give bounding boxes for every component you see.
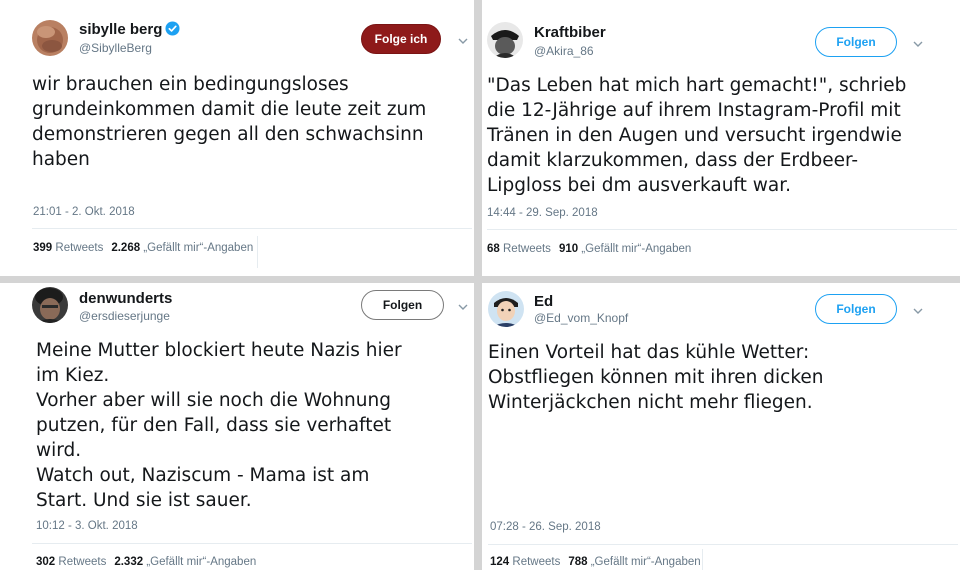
stats-divider	[488, 544, 958, 545]
tweet-text: wir brauchen ein bedingungsloses grundei…	[32, 74, 427, 170]
engagement-stats: 68 Retweets 910 „Gefällt mir“-Angaben	[487, 243, 691, 255]
chevron-down-icon[interactable]	[456, 33, 470, 47]
avatar[interactable]	[488, 291, 524, 327]
stats-divider	[32, 228, 472, 229]
stats-avatar-divider	[702, 549, 703, 570]
like-count[interactable]: 2.268	[111, 242, 140, 254]
avatar[interactable]	[32, 287, 68, 323]
like-count[interactable]: 910	[559, 243, 578, 255]
like-count[interactable]: 788	[568, 556, 587, 568]
tweet-card-ed: Ed @Ed_vom_Knopf Folgen Einen Vorteil ha…	[482, 283, 960, 570]
likes-label[interactable]: „Gefällt mir“-Angaben	[143, 242, 253, 254]
follow-button[interactable]: Folgen	[815, 27, 897, 57]
avatar[interactable]	[32, 20, 68, 56]
likes-label[interactable]: „Gefällt mir“-Angaben	[146, 556, 256, 568]
retweets-label[interactable]: Retweets	[58, 556, 106, 568]
user-handle[interactable]: @ersdieserjunge	[79, 309, 170, 323]
tweet-timestamp[interactable]: 10:12 - 3. Okt. 2018	[36, 520, 138, 532]
display-name[interactable]: Kraftbiber	[534, 24, 606, 41]
tweet-text: "Das Leben hat mich hart gemacht!", schr…	[487, 75, 907, 196]
following-button[interactable]: Folge ich	[361, 24, 441, 54]
retweet-count[interactable]: 124	[490, 556, 509, 568]
user-handle[interactable]: @Akira_86	[534, 44, 594, 58]
display-name[interactable]: denwunderts	[79, 290, 172, 307]
chevron-down-icon[interactable]	[456, 299, 470, 313]
user-handle[interactable]: @Ed_vom_Knopf	[534, 311, 628, 325]
tweet-card-denwunderts: denwunderts @ersdieserjunge Folgen Meine…	[0, 283, 474, 570]
retweets-label[interactable]: Retweets	[512, 556, 560, 568]
vertical-divider	[474, 0, 482, 570]
user-handle[interactable]: @SibylleBerg	[79, 41, 152, 55]
likes-label[interactable]: „Gefällt mir“-Angaben	[591, 556, 701, 568]
follow-button[interactable]: Folgen	[361, 290, 444, 320]
tweet-card-kraftbiber: Kraftbiber @Akira_86 Folgen "Das Leben h…	[482, 0, 960, 276]
like-count[interactable]: 2.332	[114, 556, 143, 568]
stats-divider	[487, 229, 957, 230]
horizontal-divider	[0, 276, 960, 283]
display-name[interactable]: sibylle berg	[79, 21, 180, 40]
tweet-text: Meine Mutter blockiert heute Nazis hier …	[36, 340, 402, 511]
tweet-timestamp[interactable]: 21:01 - 2. Okt. 2018	[33, 206, 135, 218]
engagement-stats: 302 Retweets 2.332 „Gefällt mir“-Angaben	[36, 556, 256, 568]
retweet-count[interactable]: 302	[36, 556, 55, 568]
stats-avatar-divider	[257, 236, 258, 268]
tweet-card-sibylle-berg: sibylle berg @SibylleBerg Folge ich wir …	[0, 0, 474, 276]
retweet-count[interactable]: 68	[487, 243, 500, 255]
tweet-timestamp[interactable]: 14:44 - 29. Sep. 2018	[487, 207, 598, 219]
engagement-stats: 124 Retweets 788 „Gefällt mir“-Angaben	[490, 556, 701, 568]
chevron-down-icon[interactable]	[911, 36, 925, 50]
tweet-text: Einen Vorteil hat das kühle Wetter: Obst…	[488, 342, 824, 413]
engagement-stats: 399 Retweets 2.268 „Gefällt mir“-Angaben	[33, 242, 253, 254]
avatar[interactable]	[487, 22, 523, 58]
retweet-count[interactable]: 399	[33, 242, 52, 254]
retweets-label[interactable]: Retweets	[55, 242, 103, 254]
display-name[interactable]: Ed	[534, 293, 553, 310]
verified-badge-icon	[165, 21, 180, 40]
tweet-timestamp[interactable]: 07:28 - 26. Sep. 2018	[490, 521, 601, 533]
chevron-down-icon[interactable]	[911, 303, 925, 317]
stats-divider	[32, 543, 472, 544]
follow-button[interactable]: Folgen	[815, 294, 897, 324]
likes-label[interactable]: „Gefällt mir“-Angaben	[581, 243, 691, 255]
retweets-label[interactable]: Retweets	[503, 243, 551, 255]
